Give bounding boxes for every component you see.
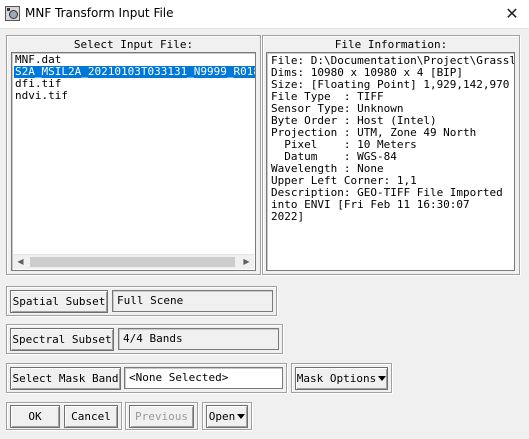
title-bar: MNF Transform Input File ✕ bbox=[0, 0, 529, 29]
file-list-items: MNF.dat S2A_MSIL2A_20210103T033131_N9999_… bbox=[14, 54, 255, 102]
ok-button[interactable]: OK bbox=[10, 405, 60, 428]
spatial-subset-button[interactable]: Spatial Subset bbox=[10, 290, 108, 313]
file-info-line: into ENVI [Fri Feb 11 16:30:07 bbox=[271, 198, 470, 211]
select-mask-band-button[interactable]: Select Mask Band bbox=[10, 367, 121, 390]
input-file-heading: Select Input File: bbox=[73, 38, 194, 51]
previous-button[interactable]: Previous bbox=[129, 405, 194, 428]
file-info-box: File: D:\Documentation\Project\Grassland… bbox=[266, 52, 515, 271]
spectral-subset-field: 4/4 Bands bbox=[118, 328, 279, 350]
cancel-button[interactable]: Cancel bbox=[64, 405, 118, 428]
scrollbar-thumb[interactable] bbox=[30, 257, 235, 267]
close-button[interactable]: ✕ bbox=[495, 0, 529, 29]
scroll-right-icon[interactable]: ▶ bbox=[239, 255, 254, 269]
horizontal-scrollbar[interactable]: ◀ ▶ bbox=[13, 254, 254, 269]
file-info-heading: File Information: bbox=[334, 38, 448, 51]
window-title: MNF Transform Input File bbox=[25, 6, 174, 20]
mask-options-label: Mask Options bbox=[296, 372, 377, 385]
spectral-subset-button[interactable]: Spectral Subset bbox=[10, 328, 114, 351]
mask-options-button[interactable]: Mask Options bbox=[295, 367, 388, 390]
file-listbox[interactable]: MNF.dat S2A_MSIL2A_20210103T033131_N9999_… bbox=[11, 52, 256, 271]
open-button[interactable]: Open bbox=[206, 405, 248, 428]
mask-band-field: <None Selected> bbox=[124, 367, 283, 389]
scroll-left-icon[interactable]: ◀ bbox=[13, 255, 28, 269]
chevron-down-icon bbox=[378, 376, 387, 381]
file-info-line: 2022] bbox=[271, 210, 305, 223]
file-info-text: File: D:\Documentation\Project\Grassland… bbox=[267, 53, 514, 223]
open-label: Open bbox=[208, 410, 236, 423]
spatial-subset-field: Full Scene bbox=[112, 290, 273, 312]
file-list-item[interactable]: ndvi.tif bbox=[14, 90, 255, 102]
envi-app-icon bbox=[5, 6, 20, 21]
chevron-down-icon bbox=[237, 414, 246, 419]
